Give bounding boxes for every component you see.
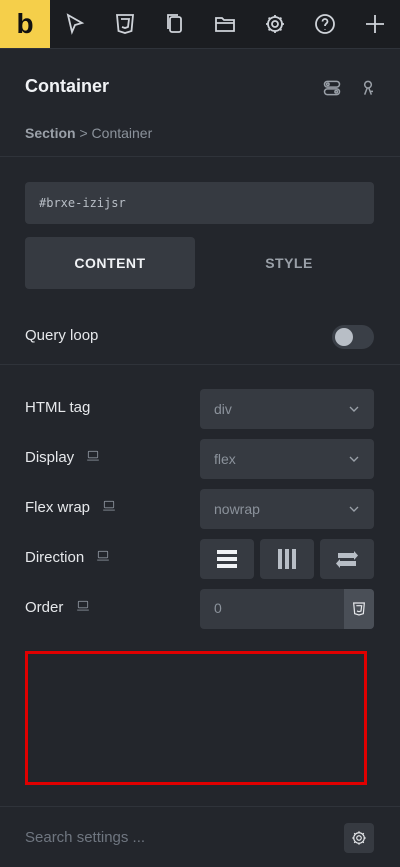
rows-icon <box>217 550 237 568</box>
breadcrumb: Section > Container <box>25 125 152 141</box>
top-toolbar: b <box>0 0 400 49</box>
chevron-down-icon <box>349 406 359 412</box>
element-id-value: #brxe-izijsr <box>39 196 126 210</box>
order-input[interactable]: 0 <box>200 589 374 629</box>
display-label: Display <box>25 449 100 467</box>
settings-icon[interactable] <box>250 0 300 48</box>
tab-content[interactable]: CONTENT <box>25 237 195 289</box>
search-settings-input[interactable]: Search settings ... <box>25 829 145 846</box>
pin-icon[interactable] <box>358 78 378 103</box>
top-icons <box>50 0 400 48</box>
panel-title: Container <box>25 76 110 96</box>
direction-reverse-button[interactable] <box>320 539 374 579</box>
direction-row-button[interactable] <box>260 539 314 579</box>
flex-wrap-label: Flex wrap <box>25 499 116 517</box>
app-logo[interactable]: b <box>0 0 50 48</box>
flex-wrap-select[interactable]: nowrap <box>200 489 374 529</box>
desktop-breakpoint-icon <box>96 549 110 567</box>
flex-wrap-value: nowrap <box>214 501 260 517</box>
css3-icon[interactable] <box>100 0 150 48</box>
element-id-field[interactable]: #brxe-izijsr <box>25 182 374 224</box>
desktop-breakpoint-icon <box>102 499 116 517</box>
chevron-down-icon <box>349 506 359 512</box>
highlight-box <box>25 651 367 785</box>
display-value: flex <box>214 451 236 467</box>
order-value: 0 <box>214 600 222 616</box>
css3-icon[interactable] <box>344 589 374 629</box>
breadcrumb-separator: > <box>79 125 88 141</box>
folder-icon[interactable] <box>200 0 250 48</box>
html-tag-select[interactable]: div <box>200 389 374 429</box>
display-select[interactable]: flex <box>200 439 374 479</box>
panel-footer: Search settings ... <box>0 806 400 867</box>
flex-wrap-label-text: Flex wrap <box>25 499 91 516</box>
breadcrumb-current: Container <box>91 125 153 141</box>
query-loop-toggle[interactable] <box>332 325 374 349</box>
tab-style[interactable]: STYLE <box>204 237 374 289</box>
display-label-text: Display <box>25 449 75 466</box>
desktop-breakpoint-icon <box>76 599 90 617</box>
pointer-icon[interactable] <box>50 0 100 48</box>
query-loop-label: Query loop <box>25 327 99 344</box>
html-tag-label: HTML tag <box>25 399 91 416</box>
direction-label-text: Direction <box>25 549 85 566</box>
panel-header: Container Section > Container <box>0 48 400 157</box>
reverse-icon <box>336 551 358 568</box>
add-icon[interactable] <box>350 0 400 48</box>
chevron-down-icon <box>349 456 359 462</box>
help-icon[interactable] <box>300 0 350 48</box>
header-icons <box>322 78 378 103</box>
settings-gear-button[interactable] <box>344 823 374 853</box>
direction-label: Direction <box>25 549 110 567</box>
desktop-breakpoint-icon <box>86 449 100 467</box>
direction-column-button[interactable] <box>200 539 254 579</box>
columns-icon <box>278 549 296 569</box>
pages-icon[interactable] <box>150 0 200 48</box>
gear-icon <box>352 831 366 845</box>
toggle-settings-icon[interactable] <box>322 78 342 103</box>
breadcrumb-root[interactable]: Section <box>25 125 76 141</box>
html-tag-value: div <box>214 401 232 417</box>
order-label-text: Order <box>25 599 64 616</box>
divider <box>0 364 400 365</box>
order-label: Order <box>25 599 90 617</box>
